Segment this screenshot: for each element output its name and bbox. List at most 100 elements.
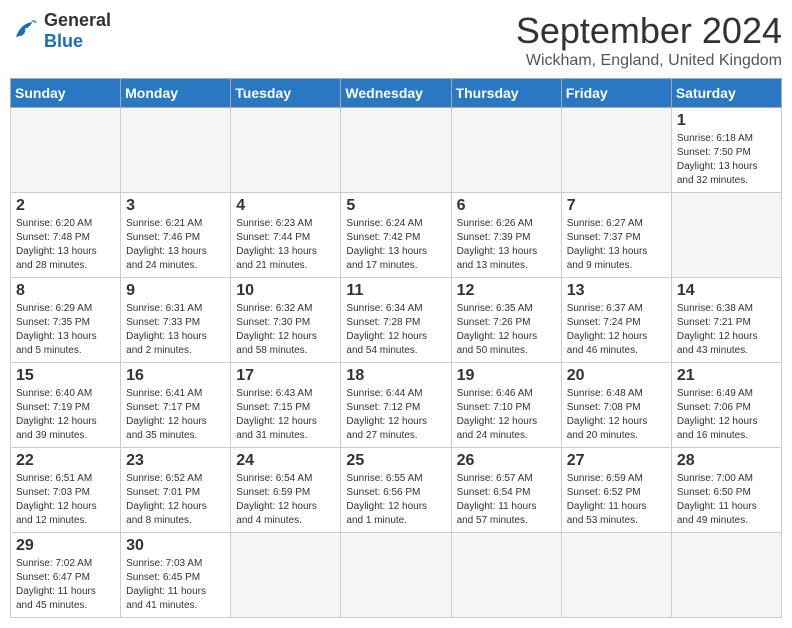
day-number: 21 xyxy=(677,367,776,385)
col-saturday: Saturday xyxy=(671,79,781,108)
calendar-week-row: 8 Sunrise: 6:29 AM Sunset: 7:35 PM Dayli… xyxy=(11,278,782,363)
day-number: 28 xyxy=(677,452,776,470)
calendar-week-row: 2 Sunrise: 6:20 AM Sunset: 7:48 PM Dayli… xyxy=(11,193,782,278)
day-info: Sunrise: 6:52 AM Sunset: 7:01 PM Dayligh… xyxy=(126,472,225,528)
day-number: 2 xyxy=(16,197,115,215)
day-info: Sunrise: 6:24 AM Sunset: 7:42 PM Dayligh… xyxy=(346,217,445,273)
day-number: 13 xyxy=(567,282,666,300)
table-row: 29 Sunrise: 7:02 AM Sunset: 6:47 PM Dayl… xyxy=(11,533,121,618)
logo-general: General xyxy=(44,10,111,30)
day-info: Sunrise: 6:21 AM Sunset: 7:46 PM Dayligh… xyxy=(126,217,225,273)
table-row: 11 Sunrise: 6:34 AM Sunset: 7:28 PM Dayl… xyxy=(341,278,451,363)
day-number: 6 xyxy=(457,197,556,215)
table-row xyxy=(341,533,451,618)
logo-text: General Blue xyxy=(44,10,111,52)
day-info: Sunrise: 6:20 AM Sunset: 7:48 PM Dayligh… xyxy=(16,217,115,273)
table-row xyxy=(451,533,561,618)
day-number: 18 xyxy=(346,367,445,385)
table-row: 24 Sunrise: 6:54 AM Sunset: 6:59 PM Dayl… xyxy=(231,448,341,533)
table-row: 12 Sunrise: 6:35 AM Sunset: 7:26 PM Dayl… xyxy=(451,278,561,363)
day-number: 14 xyxy=(677,282,776,300)
table-row: 5 Sunrise: 6:24 AM Sunset: 7:42 PM Dayli… xyxy=(341,193,451,278)
table-row: 18 Sunrise: 6:44 AM Sunset: 7:12 PM Dayl… xyxy=(341,363,451,448)
location: Wickham, England, United Kingdom xyxy=(516,52,782,70)
day-info: Sunrise: 7:02 AM Sunset: 6:47 PM Dayligh… xyxy=(16,557,115,613)
table-row xyxy=(231,108,341,193)
table-row: 28 Sunrise: 7:00 AM Sunset: 6:50 PM Dayl… xyxy=(671,448,781,533)
day-info: Sunrise: 6:26 AM Sunset: 7:39 PM Dayligh… xyxy=(457,217,556,273)
day-info: Sunrise: 6:29 AM Sunset: 7:35 PM Dayligh… xyxy=(16,302,115,358)
day-info: Sunrise: 6:51 AM Sunset: 7:03 PM Dayligh… xyxy=(16,472,115,528)
day-number: 29 xyxy=(16,537,115,555)
table-row: 20 Sunrise: 6:48 AM Sunset: 7:08 PM Dayl… xyxy=(561,363,671,448)
day-number: 26 xyxy=(457,452,556,470)
table-row: 14 Sunrise: 6:38 AM Sunset: 7:21 PM Dayl… xyxy=(671,278,781,363)
day-info: Sunrise: 6:32 AM Sunset: 7:30 PM Dayligh… xyxy=(236,302,335,358)
col-wednesday: Wednesday xyxy=(341,79,451,108)
day-info: Sunrise: 7:03 AM Sunset: 6:45 PM Dayligh… xyxy=(126,557,225,613)
day-info: Sunrise: 6:59 AM Sunset: 6:52 PM Dayligh… xyxy=(567,472,666,528)
day-number: 30 xyxy=(126,537,225,555)
table-row: 1 Sunrise: 6:18 AM Sunset: 7:50 PM Dayli… xyxy=(671,108,781,193)
day-number: 24 xyxy=(236,452,335,470)
day-number: 19 xyxy=(457,367,556,385)
day-number: 7 xyxy=(567,197,666,215)
day-info: Sunrise: 6:34 AM Sunset: 7:28 PM Dayligh… xyxy=(346,302,445,358)
table-row: 26 Sunrise: 6:57 AM Sunset: 6:54 PM Dayl… xyxy=(451,448,561,533)
day-info: Sunrise: 6:43 AM Sunset: 7:15 PM Dayligh… xyxy=(236,387,335,443)
day-info: Sunrise: 7:00 AM Sunset: 6:50 PM Dayligh… xyxy=(677,472,776,528)
header-row: Sunday Monday Tuesday Wednesday Thursday… xyxy=(11,79,782,108)
col-tuesday: Tuesday xyxy=(231,79,341,108)
day-number: 12 xyxy=(457,282,556,300)
page-header: General Blue September 2024 Wickham, Eng… xyxy=(10,10,782,70)
title-section: September 2024 Wickham, England, United … xyxy=(516,10,782,70)
day-number: 25 xyxy=(346,452,445,470)
table-row: 7 Sunrise: 6:27 AM Sunset: 7:37 PM Dayli… xyxy=(561,193,671,278)
day-info: Sunrise: 6:38 AM Sunset: 7:21 PM Dayligh… xyxy=(677,302,776,358)
calendar-week-row: 15 Sunrise: 6:40 AM Sunset: 7:19 PM Dayl… xyxy=(11,363,782,448)
day-info: Sunrise: 6:55 AM Sunset: 6:56 PM Dayligh… xyxy=(346,472,445,528)
table-row xyxy=(11,108,121,193)
day-info: Sunrise: 6:41 AM Sunset: 7:17 PM Dayligh… xyxy=(126,387,225,443)
table-row: 9 Sunrise: 6:31 AM Sunset: 7:33 PM Dayli… xyxy=(121,278,231,363)
col-monday: Monday xyxy=(121,79,231,108)
table-row: 27 Sunrise: 6:59 AM Sunset: 6:52 PM Dayl… xyxy=(561,448,671,533)
table-row xyxy=(671,193,781,278)
day-info: Sunrise: 6:54 AM Sunset: 6:59 PM Dayligh… xyxy=(236,472,335,528)
day-info: Sunrise: 6:23 AM Sunset: 7:44 PM Dayligh… xyxy=(236,217,335,273)
day-info: Sunrise: 6:31 AM Sunset: 7:33 PM Dayligh… xyxy=(126,302,225,358)
day-number: 3 xyxy=(126,197,225,215)
day-info: Sunrise: 6:48 AM Sunset: 7:08 PM Dayligh… xyxy=(567,387,666,443)
day-info: Sunrise: 6:57 AM Sunset: 6:54 PM Dayligh… xyxy=(457,472,556,528)
day-number: 9 xyxy=(126,282,225,300)
day-info: Sunrise: 6:27 AM Sunset: 7:37 PM Dayligh… xyxy=(567,217,666,273)
table-row: 4 Sunrise: 6:23 AM Sunset: 7:44 PM Dayli… xyxy=(231,193,341,278)
table-row: 13 Sunrise: 6:37 AM Sunset: 7:24 PM Dayl… xyxy=(561,278,671,363)
day-number: 8 xyxy=(16,282,115,300)
day-number: 4 xyxy=(236,197,335,215)
table-row: 19 Sunrise: 6:46 AM Sunset: 7:10 PM Dayl… xyxy=(451,363,561,448)
table-row xyxy=(231,533,341,618)
day-number: 1 xyxy=(677,112,776,130)
table-row: 25 Sunrise: 6:55 AM Sunset: 6:56 PM Dayl… xyxy=(341,448,451,533)
table-row: 22 Sunrise: 6:51 AM Sunset: 7:03 PM Dayl… xyxy=(11,448,121,533)
col-friday: Friday xyxy=(561,79,671,108)
day-info: Sunrise: 6:44 AM Sunset: 7:12 PM Dayligh… xyxy=(346,387,445,443)
day-number: 23 xyxy=(126,452,225,470)
month-title: September 2024 xyxy=(516,10,782,52)
day-info: Sunrise: 6:35 AM Sunset: 7:26 PM Dayligh… xyxy=(457,302,556,358)
calendar-week-row: 1 Sunrise: 6:18 AM Sunset: 7:50 PM Dayli… xyxy=(11,108,782,193)
day-info: Sunrise: 6:37 AM Sunset: 7:24 PM Dayligh… xyxy=(567,302,666,358)
day-number: 16 xyxy=(126,367,225,385)
table-row: 10 Sunrise: 6:32 AM Sunset: 7:30 PM Dayl… xyxy=(231,278,341,363)
table-row: 16 Sunrise: 6:41 AM Sunset: 7:17 PM Dayl… xyxy=(121,363,231,448)
logo-icon xyxy=(10,16,40,46)
day-number: 17 xyxy=(236,367,335,385)
logo: General Blue xyxy=(10,10,111,52)
table-row xyxy=(671,533,781,618)
day-number: 20 xyxy=(567,367,666,385)
table-row: 15 Sunrise: 6:40 AM Sunset: 7:19 PM Dayl… xyxy=(11,363,121,448)
logo-blue: Blue xyxy=(44,31,83,51)
table-row: 8 Sunrise: 6:29 AM Sunset: 7:35 PM Dayli… xyxy=(11,278,121,363)
calendar-week-row: 22 Sunrise: 6:51 AM Sunset: 7:03 PM Dayl… xyxy=(11,448,782,533)
